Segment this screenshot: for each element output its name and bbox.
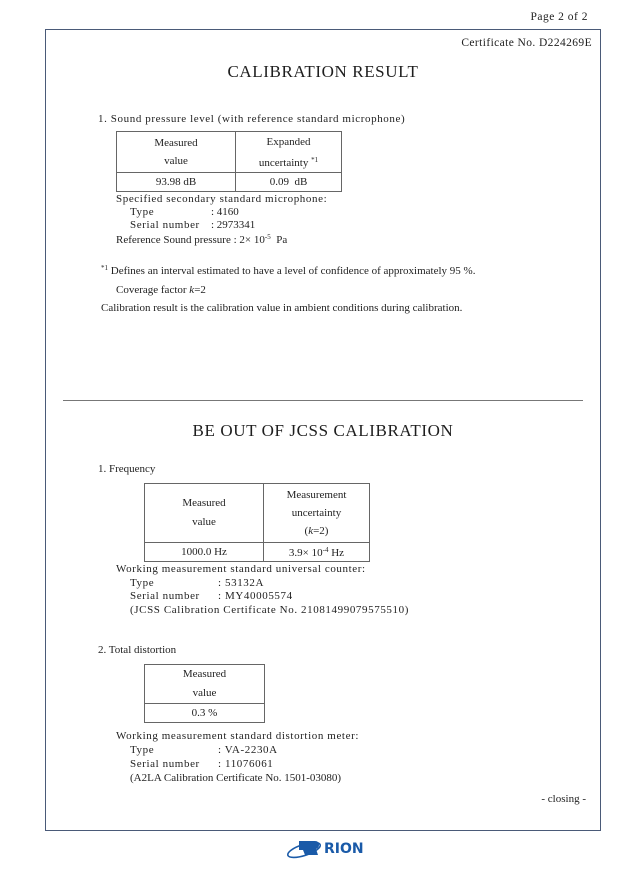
coverage-factor-value: =2 [194, 284, 206, 296]
page-number: Page 2 of 2 [530, 11, 588, 23]
header-text: value [192, 516, 216, 528]
distortion-type-label: Type [130, 744, 155, 756]
calibration-result-title: CALIBRATION RESULT [227, 62, 419, 81]
counter-label: Working measurement standard universal c… [116, 563, 366, 575]
header-text: Measured [182, 497, 226, 509]
distortion-table: Measured value 0.3 % [144, 664, 265, 723]
distortion-serial-label: Serial number [130, 758, 200, 770]
measured-value-cell: 93.98 dB [116, 172, 236, 192]
section-sound-pressure-heading: 1. Sound pressure level (with reference … [98, 113, 406, 125]
certificate-frame: Certificate No. D224269E CALIBRATION RES… [45, 29, 601, 831]
distortion-type-value: : VA-2230A [218, 744, 278, 756]
header-text: Measured [182, 668, 227, 680]
header-text: value [164, 155, 188, 167]
footnote: *1 Defines an interval estimated to have… [101, 264, 475, 277]
header-text: Expanded [266, 135, 311, 148]
header-text: uncertainty [291, 507, 342, 519]
rion-logo-icon [286, 841, 322, 859]
calibration-note: Calibration result is the calibration va… [101, 302, 463, 314]
uncertainty-base: 3.9× 10 [288, 546, 323, 559]
reference-pressure-exponent: -5 [264, 233, 271, 241]
header-measured-value: Measured value [116, 131, 236, 173]
rion-logo: RION [285, 839, 364, 859]
header-text: Measurement [286, 489, 347, 501]
frequency-table: Measured value Measurement uncertainty (… [144, 483, 370, 562]
microphone-serial-value: : 2973341 [211, 219, 256, 231]
microphone-serial-label: Serial number [130, 219, 200, 231]
header-text: value [192, 687, 217, 699]
distortion-serial-value: : 11076061 [218, 758, 274, 770]
rion-logo-text: RION [324, 841, 364, 857]
coverage-factor: Coverage factor k=2 [116, 284, 206, 296]
header-measured-value: Measured value [144, 483, 264, 543]
section-distortion-heading: 2. Total distortion [98, 644, 177, 656]
out-of-jcss-title: BE OUT OF JCSS CALIBRATION [192, 421, 454, 440]
microphone-type-label: Type [130, 206, 155, 218]
section-divider [63, 400, 583, 401]
reference-pressure-value: : 2× 10 [233, 234, 265, 246]
counter-serial-value: : MY40005574 [218, 590, 293, 602]
certificate-number: Certificate No. D224269E [461, 37, 592, 49]
counter-type-label: Type [130, 577, 155, 589]
header-measured-value: Measured value [144, 664, 265, 704]
footnote-mark: *1 [101, 264, 108, 272]
distortion-certificate: (A2LA Calibration Certificate No. 1501-0… [130, 772, 342, 784]
header-text: uncertainty [258, 156, 309, 169]
footnote-mark: *1 [311, 155, 319, 164]
coverage-factor-label: Coverage factor [116, 284, 190, 296]
counter-type-value: : 53132A [218, 577, 265, 589]
header-text: =2) [313, 525, 329, 537]
uncertainty-unit: Hz [328, 546, 345, 559]
sound-pressure-table: Measured value Expanded uncertainty *1 9… [116, 131, 342, 192]
frequency-uncertainty-cell: 3.9× 10-4 Hz [263, 542, 370, 562]
frequency-value-cell: 1000.0 Hz [144, 542, 264, 562]
counter-serial-label: Serial number [130, 590, 200, 602]
microphone-label: Specified secondary standard microphone: [116, 193, 328, 205]
microphone-type-value: : 4160 [211, 206, 239, 218]
counter-certificate: (JCSS Calibration Certificate No. 210814… [130, 604, 409, 616]
header-expanded-uncertainty: Expanded uncertainty *1 [235, 131, 342, 173]
reference-pressure-unit: Pa [276, 234, 288, 246]
reference-pressure-label: Reference Sound pressure [116, 234, 231, 246]
footnote-text: Defines an interval estimated to have a … [110, 265, 476, 277]
section-frequency-heading: 1. Frequency [98, 463, 156, 475]
reference-pressure: Reference Sound pressure : 2× 10-5 Pa [116, 233, 287, 246]
header-measurement-uncertainty: Measurement uncertainty (k=2) [263, 483, 370, 543]
distortion-meter-label: Working measurement standard distortion … [116, 730, 359, 742]
uncertainty-cell: 0.09 dB [235, 172, 342, 192]
distortion-value-cell: 0.3 % [144, 703, 265, 723]
header-text: Measured [154, 137, 198, 149]
closing-mark: - closing - [541, 793, 586, 805]
